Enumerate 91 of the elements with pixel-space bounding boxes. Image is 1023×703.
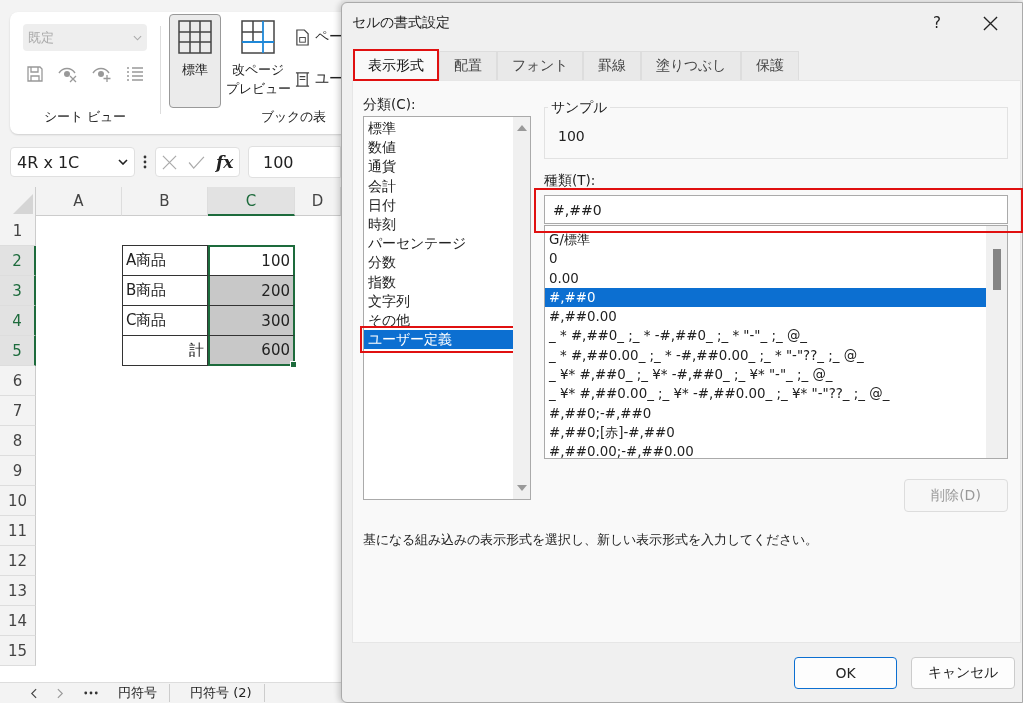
format-item[interactable]: _ * #,##0.00_ ;_ * -#,##0.00_ ;_ * "-"??_ ;_ @_ [545,345,986,366]
format-item[interactable]: _ * #,##0_ ;_ * -#,##0_ ;_ * "-"_ ;_ @_ [545,326,986,346]
format-item[interactable]: _ ¥* #,##0_ ;_ ¥* -#,##0_ ;_ ¥* "-"_ ;_ @_ [545,365,986,385]
table-cell: 600 [208,335,295,366]
view-button[interactable]: 改ページ プレビュー [227,14,289,108]
scroll-up-icon[interactable] [516,125,527,131]
group-label: ブックの表 [261,108,326,126]
description-text: 基になる組み込みの表示形式を選択し、新しい表示形式を入力してください。 [363,531,819,549]
sample-value: 100 [558,128,585,144]
sheet-tab[interactable]: 円符号 [118,684,170,702]
sample-label: サンプル [548,99,610,117]
check-icon[interactable] [187,155,205,169]
more-icon[interactable] [143,155,147,169]
more-sheets-icon[interactable] [84,691,98,695]
insert-function-button[interactable]: fx [215,152,234,172]
row-header[interactable]: 15 [0,636,36,666]
category-item[interactable]: 分数 [364,253,513,273]
formula-field[interactable]: 100 [248,146,341,178]
row-header[interactable]: 12 [0,546,36,576]
row-header[interactable]: 13 [0,576,36,606]
scroll-thumb[interactable] [992,249,1001,290]
category-item[interactable]: 数値 [364,138,513,158]
group-label: シート ビュー [43,108,127,126]
name-box[interactable]: 4R x 1C [10,147,135,177]
row-header[interactable]: 14 [0,606,36,636]
column-header[interactable]: A [36,187,122,216]
table-cell: A商品 [122,245,208,276]
format-item[interactable]: #,##0.00 [545,307,986,327]
format-item[interactable]: 0 [545,249,986,269]
format-item[interactable]: #,##0;[赤]-#,##0 [545,422,986,443]
row-header[interactable]: 8 [0,426,36,456]
previous-sheet-icon[interactable] [30,687,37,699]
row-header[interactable]: 1 [0,216,36,246]
layout-icon [295,70,310,88]
page-icon [295,28,310,46]
dialog-tab[interactable]: フォント [497,51,583,80]
row-header[interactable]: 2 [0,246,36,276]
row-header[interactable]: 11 [0,516,36,546]
view-button[interactable]: ペー [295,28,341,46]
format-item[interactable]: 0.00 [545,268,986,288]
save-icon[interactable] [26,65,44,83]
category-item[interactable]: 日付 [364,195,513,215]
dialog-tab[interactable]: 塗りつぶし [641,51,741,80]
category-label: 分類(C): [363,96,417,114]
cancel-button[interactable]: キャンセル [911,656,1015,689]
type-label: 種類(T): [544,172,597,190]
dialog-tab[interactable]: 罫線 [583,51,641,80]
row-header[interactable]: 10 [0,486,36,516]
dialog-tab[interactable]: 表示形式 [353,49,439,81]
category-item[interactable]: 時刻 [364,214,513,235]
category-item[interactable]: 会計 [364,176,513,196]
row-header[interactable]: 5 [0,336,36,366]
table-cell: 200 [208,275,295,306]
format-item[interactable]: #,##0.00;-#,##0.00 [545,442,986,458]
dialog-title: セルの書式設定 [352,14,451,32]
format-item[interactable]: G/標準 [545,230,986,250]
format-item[interactable]: #,##0;-#,##0 [545,403,986,423]
table-cell: 計 [122,335,208,366]
format-item[interactable]: _ ¥* #,##0.00_ ;_ ¥* -#,##0.00_ ;_ ¥* "-"??_ ;_ @_ [545,384,986,404]
view-button[interactable]: 標準 [169,14,221,108]
view-button[interactable]: ユー [295,70,341,88]
category-item[interactable]: 通貨 [364,157,513,177]
format-item[interactable]: #,##0 [545,287,986,308]
format-input[interactable]: #,##0 [544,195,1008,224]
dialog-tab[interactable]: 配置 [439,51,497,80]
category-item[interactable]: 指数 [364,272,513,292]
cancel-icon[interactable] [161,154,177,170]
row-header[interactable]: 9 [0,456,36,486]
ok-button[interactable]: OK [794,656,897,689]
row-header[interactable]: 3 [0,276,36,306]
category-item[interactable]: 文字列 [364,291,513,311]
row-header[interactable]: 6 [0,366,36,396]
category-item[interactable]: パーセンテージ [364,234,513,254]
list-icon[interactable] [126,66,144,82]
page-break-icon [241,20,275,54]
close-icon[interactable] [983,15,998,31]
column-header[interactable]: C [208,187,295,216]
row-header[interactable]: 4 [0,306,36,336]
next-sheet-icon[interactable] [57,687,64,699]
grid-icon [178,20,212,54]
table-cell: 300 [208,305,295,336]
select-all-icon[interactable] [13,194,33,214]
eye-x-icon[interactable] [58,65,78,83]
sheet-tab[interactable]: 円符号 (2) [190,684,265,702]
fill-handle[interactable] [290,361,297,368]
row-header[interactable]: 7 [0,396,36,426]
category-item[interactable]: 標準 [364,119,513,139]
eye-plus-icon[interactable] [92,65,112,83]
help-button[interactable]: ? [933,14,941,32]
scroll-down-icon[interactable] [516,485,527,491]
dialog-tab[interactable]: 保護 [741,51,799,80]
